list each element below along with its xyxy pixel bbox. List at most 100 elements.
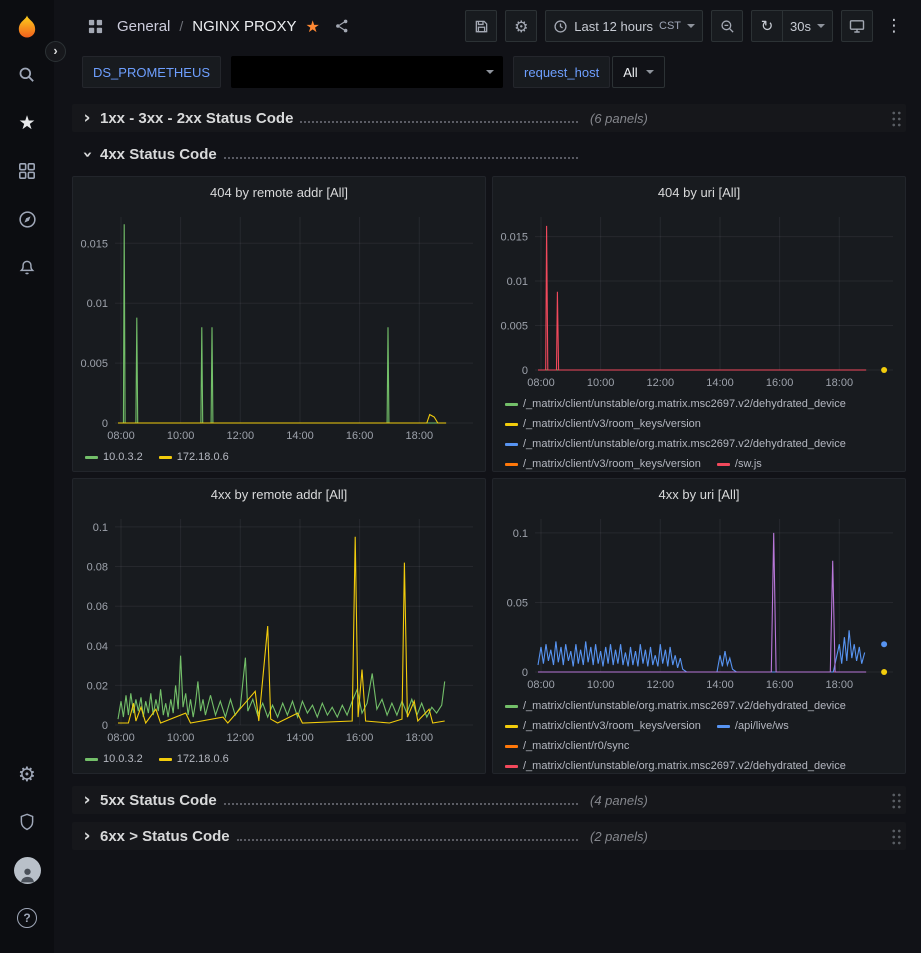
favorite-star-icon[interactable]: ★ xyxy=(305,17,319,36)
legend-item[interactable]: /_matrix/client/unstable/org.matrix.msc2… xyxy=(505,394,846,414)
grafana-logo[interactable] xyxy=(4,6,50,48)
sidebar-item-starred[interactable]: ★ xyxy=(4,102,50,144)
chart-svg: 08:0010:0012:0014:0016:0018:0000.050.1 xyxy=(493,509,905,694)
gear-icon: ⚙ xyxy=(514,17,528,36)
request-host-label[interactable]: request_host xyxy=(513,56,610,88)
svg-text:18:00: 18:00 xyxy=(826,679,854,691)
legend-item[interactable]: /_matrix/client/v3/room_keys/version xyxy=(505,454,701,471)
sidebar: ★ ⚙ xyxy=(0,0,54,953)
time-series-chart[interactable]: 08:0010:0012:0014:0016:0018:0000.0050.01… xyxy=(493,207,905,392)
sidebar-item-search[interactable] xyxy=(4,54,50,96)
legend-series-swatch xyxy=(505,403,518,406)
sidebar-item-profile[interactable] xyxy=(4,849,50,891)
svg-text:12:00: 12:00 xyxy=(227,732,255,744)
sidebar-item-configuration[interactable]: ⚙ xyxy=(4,753,50,795)
top-navbar: General / NGINX PROXY ★ xyxy=(54,0,921,52)
row-toggle[interactable]: › 1xx - 3xx - 2xx Status Code (6 panels) xyxy=(72,110,906,127)
more-options-kebab[interactable]: ⋮ xyxy=(881,10,907,42)
sidebar-item-server-admin[interactable] xyxy=(4,801,50,843)
legend-item[interactable]: 10.0.3.2 xyxy=(85,749,143,769)
legend-item[interactable]: 172.18.0.6 xyxy=(159,447,229,467)
panel-legend: 10.0.3.2 172.18.0.6 xyxy=(73,445,485,471)
compass-icon xyxy=(18,210,37,229)
datasource-value-dropdown[interactable] xyxy=(231,56,503,88)
legend-item[interactable]: /api/live/ws xyxy=(717,716,789,736)
chart-svg: 08:0010:0012:0014:0016:0018:0000.0050.01… xyxy=(493,207,905,392)
panel-title[interactable]: 4xx by uri [All] xyxy=(493,479,905,509)
legend-item[interactable]: /_matrix/client/v3/room_keys/version xyxy=(505,414,701,434)
row-label-wrap: 4xx Status Code xyxy=(100,146,578,163)
legend-series-swatch xyxy=(505,745,518,748)
time-series-chart[interactable]: 08:0010:0012:0014:0016:0018:0000.0050.01… xyxy=(73,207,485,445)
legend-item[interactable]: /sw.js xyxy=(717,454,762,471)
datasource-variable-label[interactable]: DS_PROMETHEUS xyxy=(82,56,221,88)
svg-text:0.1: 0.1 xyxy=(93,522,108,534)
panel-4xx-by-uri: 4xx by uri [All] 08:0010:0012:0014:0016:… xyxy=(492,478,906,774)
svg-text:0.01: 0.01 xyxy=(507,276,528,288)
row-toggle[interactable]: › 4xx Status Code xyxy=(72,146,906,163)
svg-text:08:00: 08:00 xyxy=(107,732,135,744)
breadcrumb-section[interactable]: General xyxy=(117,18,170,35)
time-range-picker[interactable]: Last 12 hours CST xyxy=(545,10,703,42)
legend-item[interactable]: /_matrix/client/unstable/org.matrix.msc2… xyxy=(505,756,846,773)
svg-text:12:00: 12:00 xyxy=(647,377,675,389)
legend-item[interactable]: 172.18.0.6 xyxy=(159,749,229,769)
svg-text:18:00: 18:00 xyxy=(826,377,854,389)
timezone-label: CST xyxy=(659,20,681,32)
svg-text:0.005: 0.005 xyxy=(80,358,108,370)
panel-title[interactable]: 404 by uri [All] xyxy=(493,177,905,207)
legend-series-swatch xyxy=(505,443,518,446)
row-6xx: › 6xx > Status Code (2 panels) xyxy=(72,822,906,850)
sidebar-expand-button[interactable]: › xyxy=(45,41,66,62)
sidebar-item-dashboards[interactable] xyxy=(4,150,50,192)
svg-text:0.05: 0.05 xyxy=(507,598,528,610)
panel-title[interactable]: 404 by remote addr [All] xyxy=(73,177,485,207)
row-drag-handle[interactable] xyxy=(890,109,901,127)
legend-series-swatch xyxy=(505,725,518,728)
save-icon xyxy=(474,19,489,34)
refresh-button[interactable]: ↻ xyxy=(751,10,783,42)
legend-item[interactable]: /_matrix/client/unstable/org.matrix.msc2… xyxy=(505,434,846,454)
legend-item[interactable]: 10.0.3.2 xyxy=(85,447,143,467)
legend-series-swatch xyxy=(505,705,518,708)
zoom-out-button[interactable] xyxy=(711,10,743,42)
tv-mode-button[interactable] xyxy=(841,10,873,42)
breadcrumb-separator: / xyxy=(179,18,183,34)
share-icon[interactable] xyxy=(329,10,355,42)
request-host-variable: request_host All xyxy=(513,56,665,88)
dashboards-grid-icon xyxy=(18,162,36,180)
search-icon xyxy=(18,66,36,84)
legend-item[interactable]: /_matrix/client/r0/sync xyxy=(505,736,629,756)
refresh-button-group: ↻ 30s xyxy=(751,10,833,42)
sidebar-item-alerting[interactable] xyxy=(4,246,50,288)
refresh-interval-dropdown[interactable]: 30s xyxy=(783,10,833,42)
legend-item[interactable]: /_matrix/client/v3/room_keys/version xyxy=(505,716,701,736)
svg-text:16:00: 16:00 xyxy=(346,430,374,442)
time-series-chart[interactable]: 08:0010:0012:0014:0016:0018:0000.050.1 xyxy=(493,509,905,694)
legend-item[interactable]: /_matrix/client/unstable/org.matrix.msc2… xyxy=(505,696,846,716)
save-dashboard-button[interactable] xyxy=(465,10,497,42)
flame-icon xyxy=(13,13,41,41)
svg-text:14:00: 14:00 xyxy=(706,679,734,691)
row-drag-handle[interactable] xyxy=(890,827,901,845)
time-series-chart[interactable]: 08:0010:0012:0014:0016:0018:0000.020.040… xyxy=(73,509,485,747)
svg-text:0.005: 0.005 xyxy=(500,321,528,333)
legend-series-swatch xyxy=(505,463,518,466)
row-panel-count: (2 panels) xyxy=(590,829,648,844)
chevron-down-icon xyxy=(646,70,654,74)
row-drag-handle[interactable] xyxy=(890,791,901,809)
svg-text:16:00: 16:00 xyxy=(346,732,374,744)
request-host-value-dropdown[interactable]: All xyxy=(612,56,664,88)
svg-text:14:00: 14:00 xyxy=(286,732,314,744)
sidebar-item-help[interactable]: ? xyxy=(4,897,50,939)
legend-series-swatch xyxy=(717,725,730,728)
sidebar-item-explore[interactable] xyxy=(4,198,50,240)
svg-text:16:00: 16:00 xyxy=(766,377,794,389)
row-toggle[interactable]: › 6xx > Status Code (2 panels) xyxy=(72,828,906,845)
apps-grid-icon[interactable] xyxy=(82,10,108,42)
chart-svg: 08:0010:0012:0014:0016:0018:0000.0050.01… xyxy=(73,207,485,445)
dashboard-settings-button[interactable]: ⚙ xyxy=(505,10,537,42)
navbar-actions: ⚙ Last 12 hours CST ↻ xyxy=(465,10,907,42)
panel-title[interactable]: 4xx by remote addr [All] xyxy=(73,479,485,509)
row-toggle[interactable]: › 5xx Status Code (4 panels) xyxy=(72,792,906,809)
